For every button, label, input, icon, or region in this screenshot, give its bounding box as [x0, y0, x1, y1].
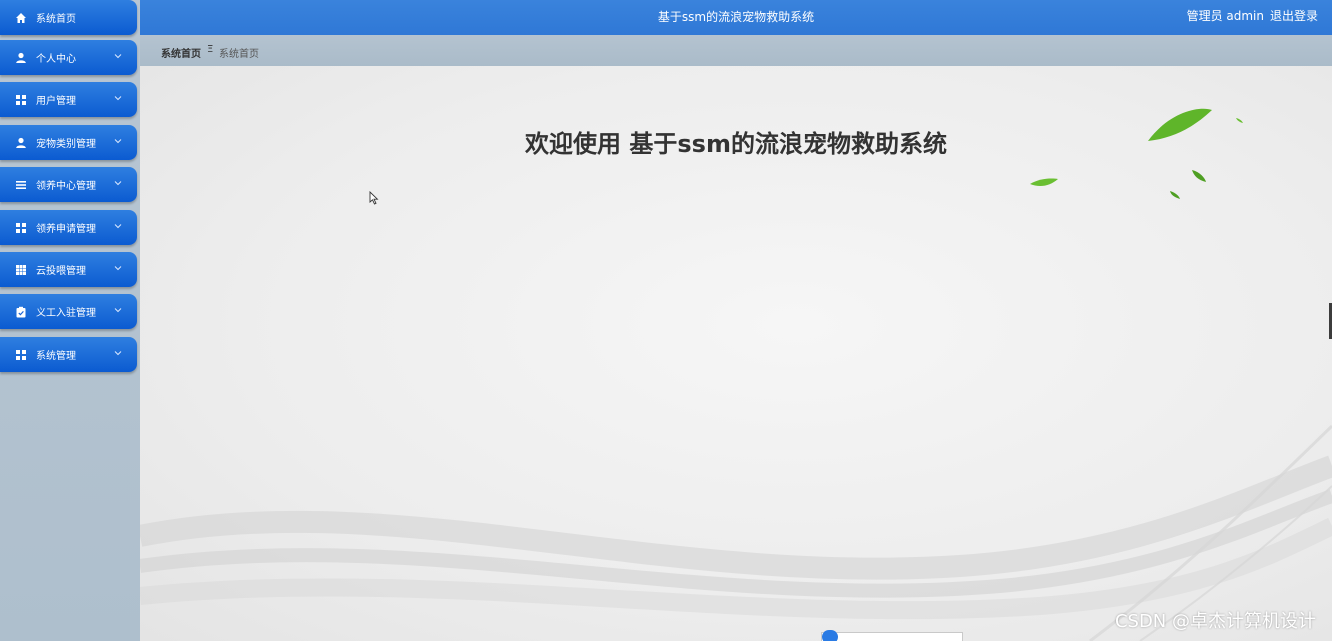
breadcrumb-home-link[interactable]: 系统首页	[161, 45, 201, 60]
sidebar-item-pet-category[interactable]: 宠物类别管理	[0, 125, 137, 160]
person-icon	[15, 52, 27, 64]
current-user-label: 管理员 admin	[1186, 9, 1264, 23]
chevron-down-icon	[114, 351, 122, 356]
chevron-down-icon	[114, 96, 122, 101]
breadcrumb-separator: Ξ	[207, 44, 214, 55]
sidebar-item-label: 云投喂管理	[36, 266, 86, 277]
sidebar-item-label: 义工入驻管理	[36, 308, 96, 319]
table-icon	[15, 264, 27, 276]
grid-icon	[15, 222, 27, 234]
person-icon	[15, 137, 27, 149]
chevron-down-icon	[114, 224, 122, 229]
sidebar-item-adoption-center[interactable]: 领养中心管理	[0, 167, 137, 202]
chevron-down-icon	[114, 54, 122, 59]
chevron-down-icon	[114, 308, 122, 313]
translate-icon[interactable]	[822, 630, 838, 641]
app-title: 基于ssm的流浪宠物救助系统	[657, 10, 815, 24]
sidebar: 系统首页 个人中心 用户管理 宠物类别管理 领养中心管理 领养申请管理 云投喂管…	[0, 0, 140, 641]
main-content: 欢迎使用 基于ssm的流浪宠物救助系统 CSDN @卓杰计算机设计	[140, 66, 1332, 641]
chevron-down-icon	[114, 181, 122, 186]
sidebar-item-label: 系统首页	[36, 14, 76, 25]
floating-toolbar[interactable]	[821, 630, 963, 641]
mouse-cursor-icon	[369, 191, 379, 205]
chevron-down-icon	[114, 266, 122, 271]
grid-icon	[15, 349, 27, 361]
sidebar-item-label: 用户管理	[36, 96, 76, 107]
sidebar-item-home[interactable]: 系统首页	[0, 0, 137, 35]
home-icon	[15, 12, 27, 24]
sidebar-item-adoption-application[interactable]: 领养申请管理	[0, 210, 137, 245]
sidebar-item-cloud-feeding[interactable]: 云投喂管理	[0, 252, 137, 287]
logout-link[interactable]: 退出登录	[1270, 7, 1318, 24]
sidebar-item-user-management[interactable]: 用户管理	[0, 82, 137, 117]
sidebar-item-label: 领养申请管理	[36, 224, 96, 235]
clipboard-icon	[15, 306, 27, 318]
watermark-text: CSDN @卓杰计算机设计	[1114, 611, 1316, 632]
sidebar-item-label: 个人中心	[36, 54, 76, 65]
grid-icon	[15, 94, 27, 106]
breadcrumb: 系统首页 Ξ 系统首页	[140, 35, 1332, 66]
list-icon	[15, 179, 27, 191]
sidebar-item-label: 领养中心管理	[36, 181, 96, 192]
sidebar-item-label: 系统管理	[36, 351, 76, 362]
sidebar-item-volunteer[interactable]: 义工入驻管理	[0, 294, 137, 329]
chevron-down-icon	[114, 139, 122, 144]
top-header: 基于ssm的流浪宠物救助系统 管理员 admin 退出登录	[140, 0, 1332, 35]
sidebar-item-personal-center[interactable]: 个人中心	[0, 40, 137, 75]
sidebar-item-system-management[interactable]: 系统管理	[0, 337, 137, 372]
welcome-heading: 欢迎使用 基于ssm的流浪宠物救助系统	[525, 130, 947, 158]
breadcrumb-current: 系统首页	[219, 49, 259, 60]
sidebar-item-label: 宠物类别管理	[36, 139, 96, 150]
